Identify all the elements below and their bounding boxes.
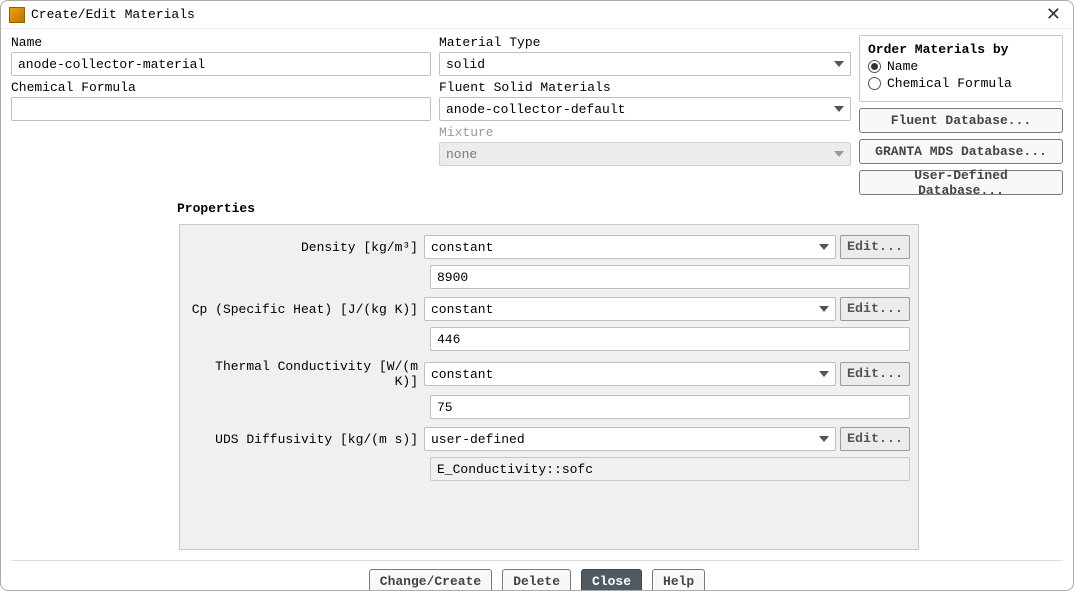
- close-button[interactable]: Close: [581, 569, 642, 591]
- property-method-value: constant: [431, 240, 493, 255]
- property-method-value: user-defined: [431, 432, 525, 447]
- mixture-select: none: [439, 142, 851, 166]
- mixture-label: Mixture: [439, 125, 851, 140]
- chevron-down-icon: [819, 436, 829, 442]
- property-edit-button[interactable]: Edit...: [840, 362, 910, 386]
- close-icon[interactable]: ✕: [1042, 4, 1065, 25]
- window-title: Create/Edit Materials: [31, 7, 195, 22]
- order-option-label: Chemical Formula: [887, 76, 1012, 91]
- property-method-select[interactable]: constant: [424, 297, 836, 321]
- order-materials-group: Order Materials by Name Chemical Formula: [859, 35, 1063, 102]
- property-value-input: [430, 457, 910, 481]
- fluent-solid-value: anode-collector-default: [446, 102, 625, 117]
- change-create-button[interactable]: Change/Create: [369, 569, 492, 591]
- formula-input[interactable]: [11, 97, 431, 121]
- property-value-input[interactable]: [430, 327, 910, 351]
- chevron-down-icon: [819, 306, 829, 312]
- divider: [11, 560, 1063, 561]
- property-method-select[interactable]: constant: [424, 235, 836, 259]
- chevron-down-icon: [834, 151, 844, 157]
- fluent-solid-label: Fluent Solid Materials: [439, 80, 851, 95]
- mixture-value: none: [446, 147, 477, 162]
- material-type-value: solid: [446, 57, 485, 72]
- properties-fieldset: Density [kg/m³] constant Edit... Cp (Specif…: [179, 224, 919, 550]
- name-input[interactable]: [11, 52, 431, 76]
- delete-button[interactable]: Delete: [502, 569, 571, 591]
- order-option-label: Name: [887, 59, 918, 74]
- property-label: Cp (Specific Heat) [J/(kg K)]: [188, 302, 424, 317]
- chevron-down-icon: [834, 106, 844, 112]
- property-value-input[interactable]: [430, 395, 910, 419]
- property-method-value: constant: [431, 302, 493, 317]
- property-label: Density [kg/m³]: [188, 240, 424, 255]
- granta-database-button[interactable]: GRANTA MDS Database...: [859, 139, 1063, 164]
- order-by-formula[interactable]: Chemical Formula: [868, 76, 1054, 91]
- chevron-down-icon: [819, 371, 829, 377]
- properties-legend: Properties: [175, 201, 915, 216]
- radio-icon: [868, 77, 881, 90]
- property-value-input[interactable]: [430, 265, 910, 289]
- property-method-value: constant: [431, 367, 493, 382]
- titlebar: Create/Edit Materials ✕: [1, 1, 1073, 29]
- formula-label: Chemical Formula: [11, 80, 431, 95]
- window: Create/Edit Materials ✕ Name Chemical Fo…: [0, 0, 1074, 591]
- chevron-down-icon: [834, 61, 844, 67]
- material-type-label: Material Type: [439, 35, 851, 50]
- fluent-solid-select[interactable]: anode-collector-default: [439, 97, 851, 121]
- property-label: Thermal Conductivity [W/(m K)]: [188, 359, 424, 389]
- chevron-down-icon: [819, 244, 829, 250]
- name-label: Name: [11, 35, 431, 50]
- property-label: UDS Diffusivity [kg/(m s)]: [188, 432, 424, 447]
- order-materials-title: Order Materials by: [868, 42, 1008, 57]
- property-method-select[interactable]: constant: [424, 362, 836, 386]
- property-edit-button[interactable]: Edit...: [840, 297, 910, 321]
- property-method-select[interactable]: user-defined: [424, 427, 836, 451]
- material-type-select[interactable]: solid: [439, 52, 851, 76]
- help-button[interactable]: Help: [652, 569, 705, 591]
- radio-icon: [868, 60, 881, 73]
- user-database-button[interactable]: User-Defined Database...: [859, 170, 1063, 195]
- property-edit-button[interactable]: Edit...: [840, 235, 910, 259]
- fluent-database-button[interactable]: Fluent Database...: [859, 108, 1063, 133]
- property-edit-button[interactable]: Edit...: [840, 427, 910, 451]
- app-icon: [9, 7, 25, 23]
- order-by-name[interactable]: Name: [868, 59, 1054, 74]
